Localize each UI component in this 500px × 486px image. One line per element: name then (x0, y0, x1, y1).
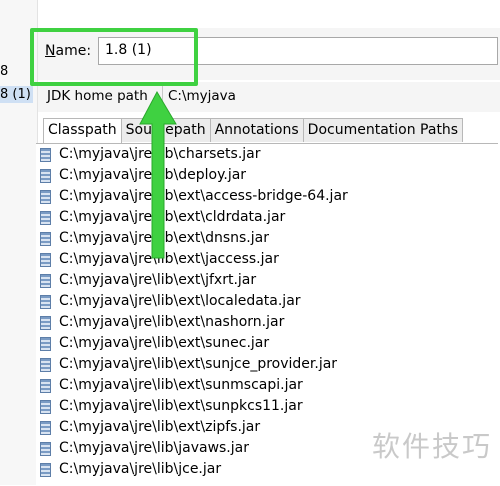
list-item[interactable]: C:\myjava\jre\lib\ext\sunec.jar (36, 333, 498, 354)
jar-icon (40, 463, 51, 477)
jar-icon (40, 253, 51, 267)
list-item[interactable]: C:\myjava\jre\lib\ext\sunjce_provider.ja… (36, 354, 498, 375)
jar-icon (40, 148, 51, 162)
jar-icon (40, 358, 51, 372)
jar-icon (40, 421, 51, 435)
jar-icon (40, 442, 51, 456)
name-input[interactable]: 1.8 (1) (98, 37, 498, 65)
list-item[interactable]: C:\myjava\jre\lib\ext\localedata.jar (36, 291, 498, 312)
list-item[interactable]: C:\myjava\jre\lib\ext\access-bridge-64.j… (36, 186, 498, 207)
jar-icon (40, 337, 51, 351)
sdk-list-item-selected[interactable]: 8 (1) (0, 86, 33, 103)
list-item[interactable]: C:\myjava\jre\lib\ext\cldrdata.jar (36, 207, 498, 228)
jar-icon (40, 295, 51, 309)
list-item[interactable]: C:\myjava\jre\lib\ext\dnsns.jar (36, 228, 498, 249)
list-item[interactable]: C:\myjava\jre\lib\ext\sunmscapi.jar (36, 375, 498, 396)
jar-icon (40, 190, 51, 204)
list-item[interactable]: C:\myjava\jre\lib\ext\jfxrt.jar (36, 270, 498, 291)
list-item[interactable]: C:\myjava\jre\lib\charsets.jar (36, 144, 498, 165)
jdk-home-divider (162, 84, 163, 110)
sdk-list-item[interactable]: 8 (0, 64, 8, 79)
tab-annotations[interactable]: Annotations (209, 118, 304, 142)
jdk-home-label: JDK home path (47, 88, 148, 104)
watermark: 软件技巧 (371, 430, 492, 463)
jdk-home-value[interactable]: C:\myjava (168, 88, 236, 104)
tab-sourcepath[interactable]: Sourcepath (120, 118, 211, 142)
jar-icon (40, 232, 51, 246)
list-item[interactable]: C:\myjava\jre\lib\ext\nashorn.jar (36, 312, 498, 333)
jar-icon (40, 316, 51, 330)
list-item[interactable]: C:\myjava\jre\lib\deploy.jar (36, 165, 498, 186)
name-label: Name: (45, 43, 92, 59)
jar-icon (40, 274, 51, 288)
list-item[interactable]: C:\myjava\jre\lib\ext\jaccess.jar (36, 249, 498, 270)
tab-classpath[interactable]: Classpath (43, 118, 122, 144)
jar-icon (40, 379, 51, 393)
jar-icon (40, 169, 51, 183)
list-item[interactable]: C:\myjava\jre\lib\ext\sunpkcs11.jar (36, 396, 498, 417)
tab-documentation-paths[interactable]: Documentation Paths (302, 118, 464, 142)
library-tabs: Classpath Sourcepath Annotations Documen… (43, 118, 464, 144)
jar-icon (40, 211, 51, 225)
jar-icon (40, 400, 51, 414)
